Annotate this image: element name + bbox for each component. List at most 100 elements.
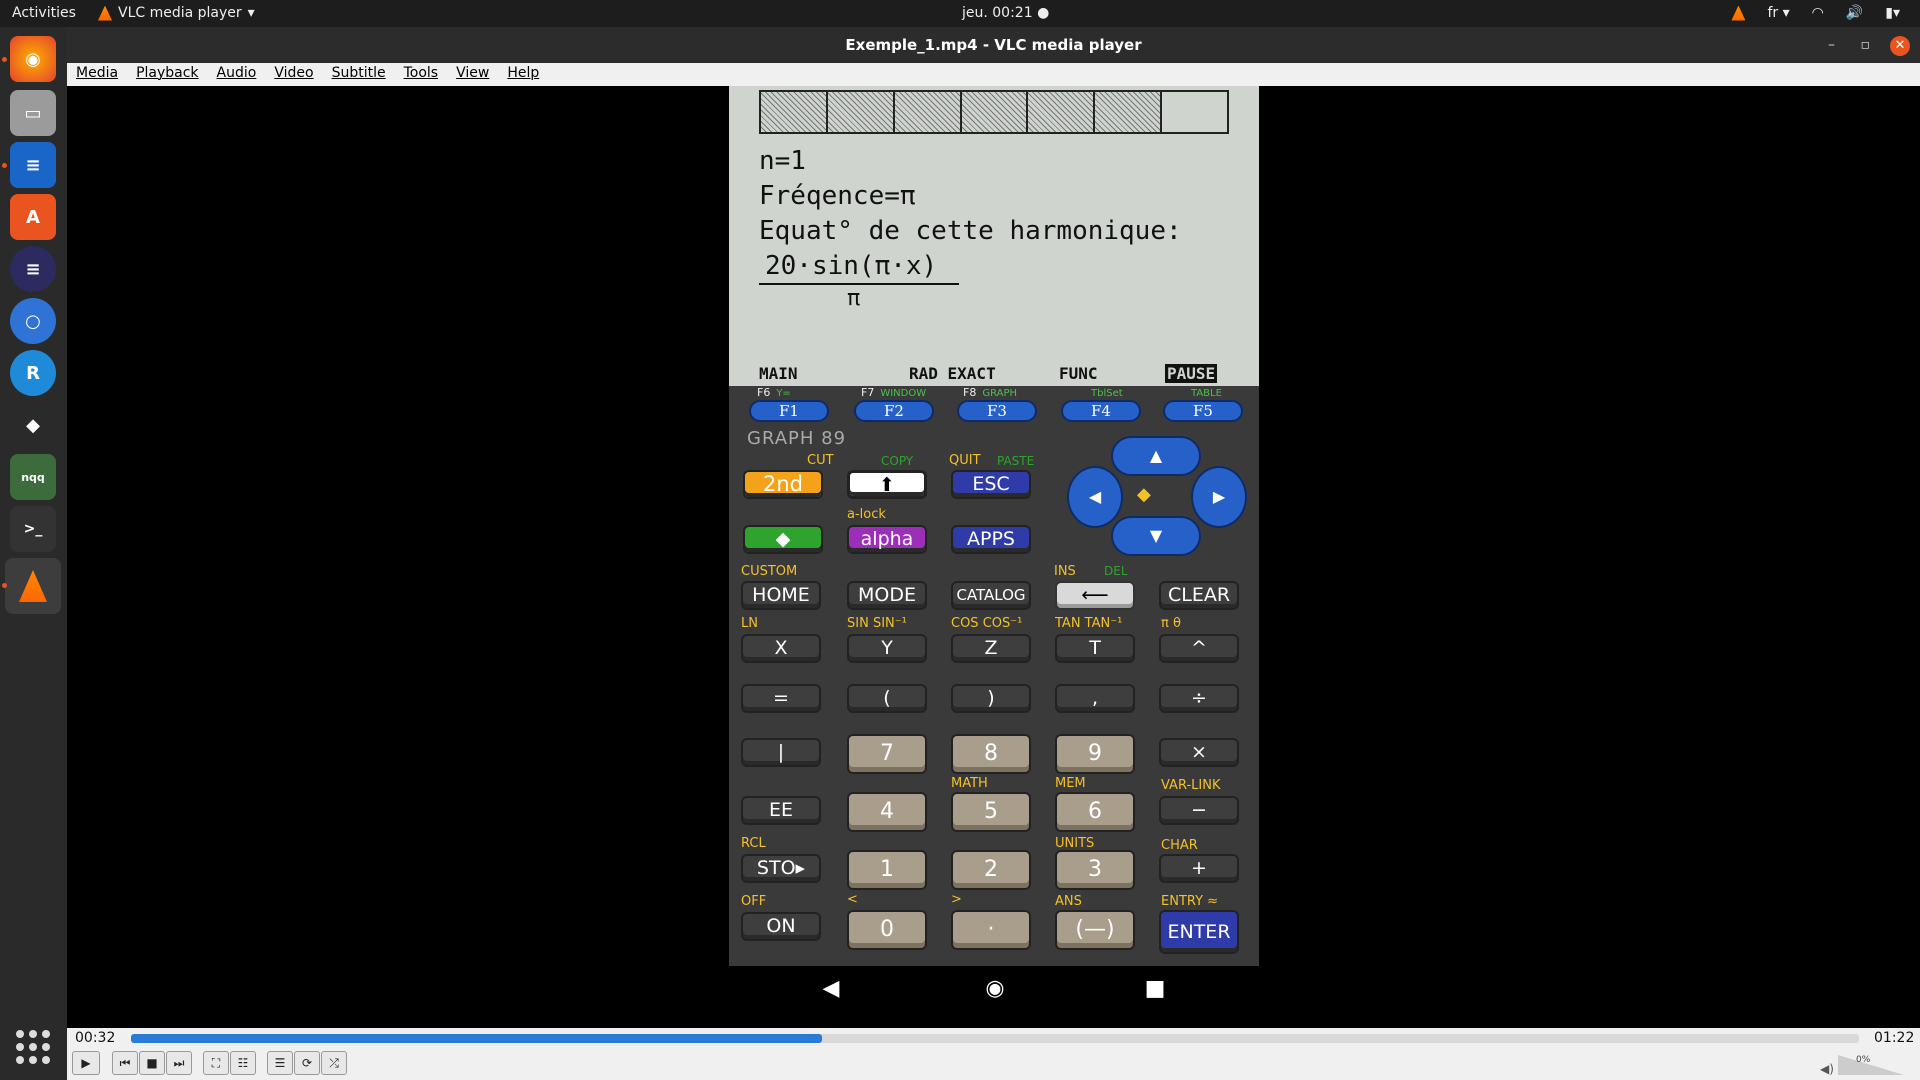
key-t[interactable]: T: [1055, 634, 1135, 663]
key-z[interactable]: Z: [951, 634, 1031, 663]
key-5[interactable]: 5: [951, 792, 1031, 832]
previous-button[interactable]: ⏮: [112, 1051, 138, 1075]
2nd-key[interactable]: 2nd: [743, 470, 823, 499]
f4-key[interactable]: F4: [1061, 400, 1141, 422]
key-x[interactable]: X: [741, 634, 821, 663]
apps-key[interactable]: APPS: [951, 525, 1031, 554]
dpad-down[interactable]: ▼: [1111, 516, 1201, 556]
loop-button[interactable]: ⟳: [294, 1051, 320, 1075]
key-comma[interactable]: ,: [1055, 684, 1135, 713]
stop-button[interactable]: ■: [139, 1051, 165, 1075]
show-apps-icon[interactable]: [16, 1030, 50, 1064]
home-key[interactable]: HOME: [741, 581, 821, 610]
language-indicator[interactable]: fr ▾: [1767, 5, 1789, 21]
mode-key[interactable]: MODE: [847, 581, 927, 610]
android-home-icon[interactable]: ◉: [980, 976, 1010, 1006]
key-enter[interactable]: ENTER: [1159, 910, 1239, 954]
f2-key[interactable]: F2: [854, 400, 934, 422]
key-rparen[interactable]: ): [951, 684, 1031, 713]
menu-video[interactable]: Video: [265, 63, 322, 86]
menu-tools[interactable]: Tools: [395, 63, 448, 86]
shuffle-button[interactable]: ⤮: [321, 1051, 347, 1075]
nqq-icon[interactable]: nqq: [10, 454, 56, 500]
firefox-icon[interactable]: ◉: [10, 36, 56, 82]
r-icon[interactable]: R: [10, 350, 56, 396]
key-on[interactable]: ON: [741, 912, 821, 941]
playlist-button[interactable]: ☰: [267, 1051, 293, 1075]
key-dot[interactable]: ·: [951, 910, 1031, 950]
diamond-key[interactable]: ◆: [743, 525, 823, 554]
shift-key[interactable]: ⬆: [847, 470, 927, 499]
key-minus[interactable]: −: [1159, 796, 1239, 825]
play-button[interactable]: ▶: [72, 1051, 100, 1075]
key-7[interactable]: 7: [847, 734, 927, 774]
key-2[interactable]: 2: [951, 850, 1031, 890]
seek-bar[interactable]: [131, 1034, 1859, 1043]
fullscreen-button[interactable]: ⛶: [203, 1051, 229, 1075]
alpha-key[interactable]: alpha: [847, 525, 927, 554]
key-plus[interactable]: +: [1159, 854, 1239, 883]
terminal-icon[interactable]: >_: [10, 506, 56, 552]
off-label: OFF: [741, 894, 767, 909]
android-recents-icon[interactable]: ■: [1140, 976, 1170, 1006]
key-6[interactable]: 6: [1055, 792, 1135, 832]
activities-button[interactable]: Activities: [12, 5, 76, 21]
key-power[interactable]: ^: [1159, 634, 1239, 663]
menu-media[interactable]: Media: [67, 63, 127, 86]
speaker-icon[interactable]: ◀): [1820, 1062, 1834, 1076]
key-negate[interactable]: (—): [1055, 910, 1135, 950]
software-center-icon[interactable]: A: [10, 194, 56, 240]
key-pipe[interactable]: |: [741, 738, 821, 767]
key-9[interactable]: 9: [1055, 734, 1135, 774]
android-back-icon[interactable]: ◀: [816, 976, 846, 1006]
wifi-icon[interactable]: ◠: [1812, 5, 1824, 21]
dpad-right[interactable]: ▶: [1191, 466, 1247, 528]
ins-label: INS: [1054, 564, 1076, 579]
extended-settings-button[interactable]: ☷: [230, 1051, 256, 1075]
key-sto[interactable]: STO▸: [741, 854, 821, 883]
close-button[interactable]: ✕: [1890, 36, 1910, 56]
f1-key[interactable]: F1: [749, 400, 829, 422]
f5-key[interactable]: F5: [1163, 400, 1243, 422]
key-lparen[interactable]: (: [847, 684, 927, 713]
key-3[interactable]: 3: [1055, 850, 1135, 890]
key-0[interactable]: 0: [847, 910, 927, 950]
key-multiply[interactable]: ×: [1159, 738, 1239, 767]
esc-key[interactable]: ESC: [951, 470, 1031, 499]
system-tray[interactable]: fr ▾ ◠ 🔊 ▮▾: [1731, 5, 1900, 21]
inkscape-icon[interactable]: ◆: [10, 402, 56, 448]
f3-key[interactable]: F3: [957, 400, 1037, 422]
chromium-icon[interactable]: ○: [10, 298, 56, 344]
menu-view[interactable]: View: [447, 63, 498, 86]
next-button[interactable]: ⏭: [166, 1051, 192, 1075]
vlc-dock-icon[interactable]: [5, 558, 61, 614]
clock[interactable]: jeu. 00:21 ●: [962, 5, 1049, 21]
maximize-button[interactable]: ▫: [1861, 27, 1871, 63]
key-y[interactable]: Y: [847, 634, 927, 663]
menu-subtitle[interactable]: Subtitle: [323, 63, 395, 86]
key-ee[interactable]: EE: [741, 796, 821, 825]
key-equals[interactable]: =: [741, 684, 821, 713]
app-menu[interactable]: VLC media player ▾: [98, 5, 255, 21]
dpad-up[interactable]: ▲: [1111, 436, 1201, 476]
dpad-left[interactable]: ◀: [1067, 466, 1123, 528]
catalog-key[interactable]: CATALOG: [951, 581, 1031, 610]
volume-icon[interactable]: 🔊: [1846, 5, 1863, 21]
key-4[interactable]: 4: [847, 792, 927, 832]
menu-audio[interactable]: Audio: [208, 63, 266, 86]
menu-help[interactable]: Help: [498, 63, 548, 86]
backspace-key[interactable]: ⟵: [1055, 581, 1135, 610]
minimize-button[interactable]: –: [1828, 27, 1835, 63]
clear-key[interactable]: CLEAR: [1159, 581, 1239, 610]
volume-slider[interactable]: [1838, 1055, 1904, 1075]
key-8[interactable]: 8: [951, 734, 1031, 774]
writer-icon[interactable]: ≡: [10, 142, 56, 188]
vlc-tray-icon[interactable]: [1731, 5, 1746, 21]
battery-icon[interactable]: ▮▾: [1885, 5, 1900, 21]
key-1[interactable]: 1: [847, 850, 927, 890]
menu-playback[interactable]: Playback: [127, 63, 207, 86]
del-label: DEL: [1104, 564, 1128, 578]
files-icon[interactable]: ▭: [10, 90, 56, 136]
eclipse-icon[interactable]: ≡: [10, 246, 56, 292]
key-divide[interactable]: ÷: [1159, 684, 1239, 713]
